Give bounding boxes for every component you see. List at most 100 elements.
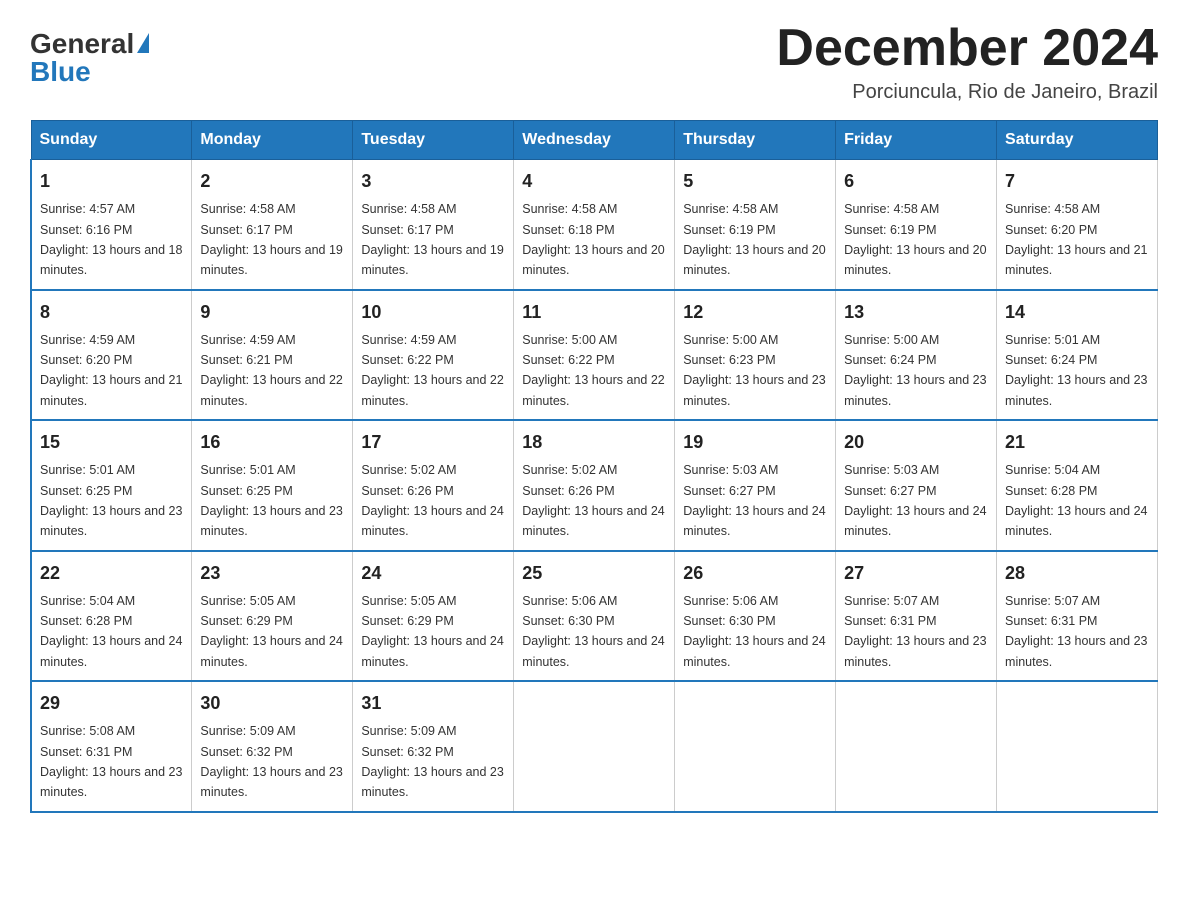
day-number: 2 [200, 168, 344, 195]
day-info: Sunrise: 5:02 AMSunset: 6:26 PMDaylight:… [361, 463, 503, 538]
calendar-day-cell: 11 Sunrise: 5:00 AMSunset: 6:22 PMDayligh… [514, 290, 675, 421]
day-number: 16 [200, 429, 344, 456]
calendar-day-cell: 15Sunrise: 5:01 AMSunset: 6:25 PMDayligh… [31, 420, 192, 551]
day-info: Sunrise: 4:59 AMSunset: 6:21 PMDaylight:… [200, 333, 342, 408]
weekday-header-saturday: Saturday [997, 121, 1158, 160]
day-info: Sunrise: 4:58 AMSunset: 6:17 PMDaylight:… [361, 202, 503, 277]
day-number: 7 [1005, 168, 1149, 195]
day-number: 22 [40, 560, 183, 587]
calendar-week-row: 29 Sunrise: 5:08 AMSunset: 6:31 PMDayligh… [31, 681, 1158, 812]
weekday-header-tuesday: Tuesday [353, 121, 514, 160]
day-number: 5 [683, 168, 827, 195]
day-info: Sunrise: 5:01 AMSunset: 6:25 PMDaylight:… [40, 463, 182, 538]
weekday-header-thursday: Thursday [675, 121, 836, 160]
day-info: Sunrise: 5:03 AMSunset: 6:27 PMDaylight:… [844, 463, 986, 538]
calendar-day-cell: 5Sunrise: 4:58 AMSunset: 6:19 PMDaylight… [675, 160, 836, 290]
day-number: 23 [200, 560, 344, 587]
day-number: 19 [683, 429, 827, 456]
calendar-week-row: 8 Sunrise: 4:59 AMSunset: 6:20 PMDaylight… [31, 290, 1158, 421]
calendar-week-row: 1 Sunrise: 4:57 AMSunset: 6:16 PMDaylight… [31, 160, 1158, 290]
day-info: Sunrise: 5:01 AMSunset: 6:24 PMDaylight:… [1005, 333, 1147, 408]
calendar-day-cell: 17Sunrise: 5:02 AMSunset: 6:26 PMDayligh… [353, 420, 514, 551]
calendar-day-cell: 9 Sunrise: 4:59 AMSunset: 6:21 PMDaylight… [192, 290, 353, 421]
day-number: 6 [844, 168, 988, 195]
day-info: Sunrise: 4:58 AMSunset: 6:19 PMDaylight:… [844, 202, 986, 277]
calendar-week-row: 22 Sunrise: 5:04 AMSunset: 6:28 PMDayligh… [31, 551, 1158, 682]
day-info: Sunrise: 5:09 AMSunset: 6:32 PMDaylight:… [361, 724, 503, 799]
day-number: 31 [361, 690, 505, 717]
day-number: 1 [40, 168, 183, 195]
calendar-day-cell: 3Sunrise: 4:58 AMSunset: 6:17 PMDaylight… [353, 160, 514, 290]
day-info: Sunrise: 5:02 AMSunset: 6:26 PMDaylight:… [522, 463, 664, 538]
day-number: 30 [200, 690, 344, 717]
calendar-day-cell: 22 Sunrise: 5:04 AMSunset: 6:28 PMDayligh… [31, 551, 192, 682]
weekday-header-friday: Friday [836, 121, 997, 160]
calendar-day-cell: 10 Sunrise: 4:59 AMSunset: 6:22 PMDayligh… [353, 290, 514, 421]
day-info: Sunrise: 4:57 AMSunset: 6:16 PMDaylight:… [40, 202, 182, 277]
day-number: 26 [683, 560, 827, 587]
calendar-day-cell: 19 Sunrise: 5:03 AMSunset: 6:27 PMDayligh… [675, 420, 836, 551]
day-info: Sunrise: 4:59 AMSunset: 6:22 PMDaylight:… [361, 333, 503, 408]
day-number: 24 [361, 560, 505, 587]
calendar-day-cell: 14 Sunrise: 5:01 AMSunset: 6:24 PMDayligh… [997, 290, 1158, 421]
day-info: Sunrise: 5:04 AMSunset: 6:28 PMDaylight:… [40, 594, 182, 669]
calendar-day-cell: 7 Sunrise: 4:58 AMSunset: 6:20 PMDaylight… [997, 160, 1158, 290]
day-info: Sunrise: 5:08 AMSunset: 6:31 PMDaylight:… [40, 724, 182, 799]
day-number: 18 [522, 429, 666, 456]
day-number: 12 [683, 299, 827, 326]
weekday-header-wednesday: Wednesday [514, 121, 675, 160]
calendar-day-cell: 12 Sunrise: 5:00 AMSunset: 6:23 PMDayligh… [675, 290, 836, 421]
calendar-day-cell [675, 681, 836, 812]
calendar-week-row: 15Sunrise: 5:01 AMSunset: 6:25 PMDayligh… [31, 420, 1158, 551]
day-info: Sunrise: 5:07 AMSunset: 6:31 PMDaylight:… [844, 594, 986, 669]
calendar-day-cell: 30Sunrise: 5:09 AMSunset: 6:32 PMDayligh… [192, 681, 353, 812]
day-info: Sunrise: 5:05 AMSunset: 6:29 PMDaylight:… [361, 594, 503, 669]
day-info: Sunrise: 4:58 AMSunset: 6:17 PMDaylight:… [200, 202, 342, 277]
calendar-day-cell: 24 Sunrise: 5:05 AMSunset: 6:29 PMDayligh… [353, 551, 514, 682]
day-number: 21 [1005, 429, 1149, 456]
weekday-header-sunday: Sunday [31, 121, 192, 160]
weekday-header-monday: Monday [192, 121, 353, 160]
day-number: 27 [844, 560, 988, 587]
day-info: Sunrise: 5:06 AMSunset: 6:30 PMDaylight:… [683, 594, 825, 669]
calendar-day-cell: 23 Sunrise: 5:05 AMSunset: 6:29 PMDayligh… [192, 551, 353, 682]
day-number: 29 [40, 690, 183, 717]
subtitle: Porciuncula, Rio de Janeiro, Brazil [776, 81, 1158, 104]
day-info: Sunrise: 5:05 AMSunset: 6:29 PMDaylight:… [200, 594, 342, 669]
weekday-header-row: SundayMondayTuesdayWednesdayThursdayFrid… [31, 121, 1158, 160]
day-info: Sunrise: 4:58 AMSunset: 6:20 PMDaylight:… [1005, 202, 1147, 277]
calendar-day-cell: 8 Sunrise: 4:59 AMSunset: 6:20 PMDaylight… [31, 290, 192, 421]
calendar-day-cell: 13 Sunrise: 5:00 AMSunset: 6:24 PMDayligh… [836, 290, 997, 421]
calendar-day-cell: 18 Sunrise: 5:02 AMSunset: 6:26 PMDayligh… [514, 420, 675, 551]
calendar-day-cell: 28Sunrise: 5:07 AMSunset: 6:31 PMDayligh… [997, 551, 1158, 682]
calendar-day-cell [836, 681, 997, 812]
day-number: 20 [844, 429, 988, 456]
day-number: 13 [844, 299, 988, 326]
logo-general-text: General [30, 30, 134, 58]
day-number: 14 [1005, 299, 1149, 326]
day-number: 25 [522, 560, 666, 587]
calendar-day-cell: 16Sunrise: 5:01 AMSunset: 6:25 PMDayligh… [192, 420, 353, 551]
calendar-day-cell: 31 Sunrise: 5:09 AMSunset: 6:32 PMDayligh… [353, 681, 514, 812]
calendar-day-cell: 21Sunrise: 5:04 AMSunset: 6:28 PMDayligh… [997, 420, 1158, 551]
day-number: 10 [361, 299, 505, 326]
calendar-day-cell: 4Sunrise: 4:58 AMSunset: 6:18 PMDaylight… [514, 160, 675, 290]
day-info: Sunrise: 5:00 AMSunset: 6:23 PMDaylight:… [683, 333, 825, 408]
day-info: Sunrise: 5:00 AMSunset: 6:24 PMDaylight:… [844, 333, 986, 408]
calendar-day-cell: 20 Sunrise: 5:03 AMSunset: 6:27 PMDayligh… [836, 420, 997, 551]
day-info: Sunrise: 5:03 AMSunset: 6:27 PMDaylight:… [683, 463, 825, 538]
day-number: 9 [200, 299, 344, 326]
day-info: Sunrise: 5:00 AMSunset: 6:22 PMDaylight:… [522, 333, 664, 408]
calendar-day-cell: 29 Sunrise: 5:08 AMSunset: 6:31 PMDayligh… [31, 681, 192, 812]
calendar-day-cell: 1 Sunrise: 4:57 AMSunset: 6:16 PMDaylight… [31, 160, 192, 290]
day-number: 4 [522, 168, 666, 195]
calendar-day-cell: 6 Sunrise: 4:58 AMSunset: 6:19 PMDaylight… [836, 160, 997, 290]
day-number: 11 [522, 299, 666, 326]
day-info: Sunrise: 5:06 AMSunset: 6:30 PMDaylight:… [522, 594, 664, 669]
day-info: Sunrise: 4:59 AMSunset: 6:20 PMDaylight:… [40, 333, 182, 408]
header: General Blue December 2024 Porciuncula, … [30, 20, 1158, 104]
calendar-day-cell [514, 681, 675, 812]
logo-blue-text: Blue [30, 58, 91, 86]
day-number: 8 [40, 299, 183, 326]
day-info: Sunrise: 5:07 AMSunset: 6:31 PMDaylight:… [1005, 594, 1147, 669]
